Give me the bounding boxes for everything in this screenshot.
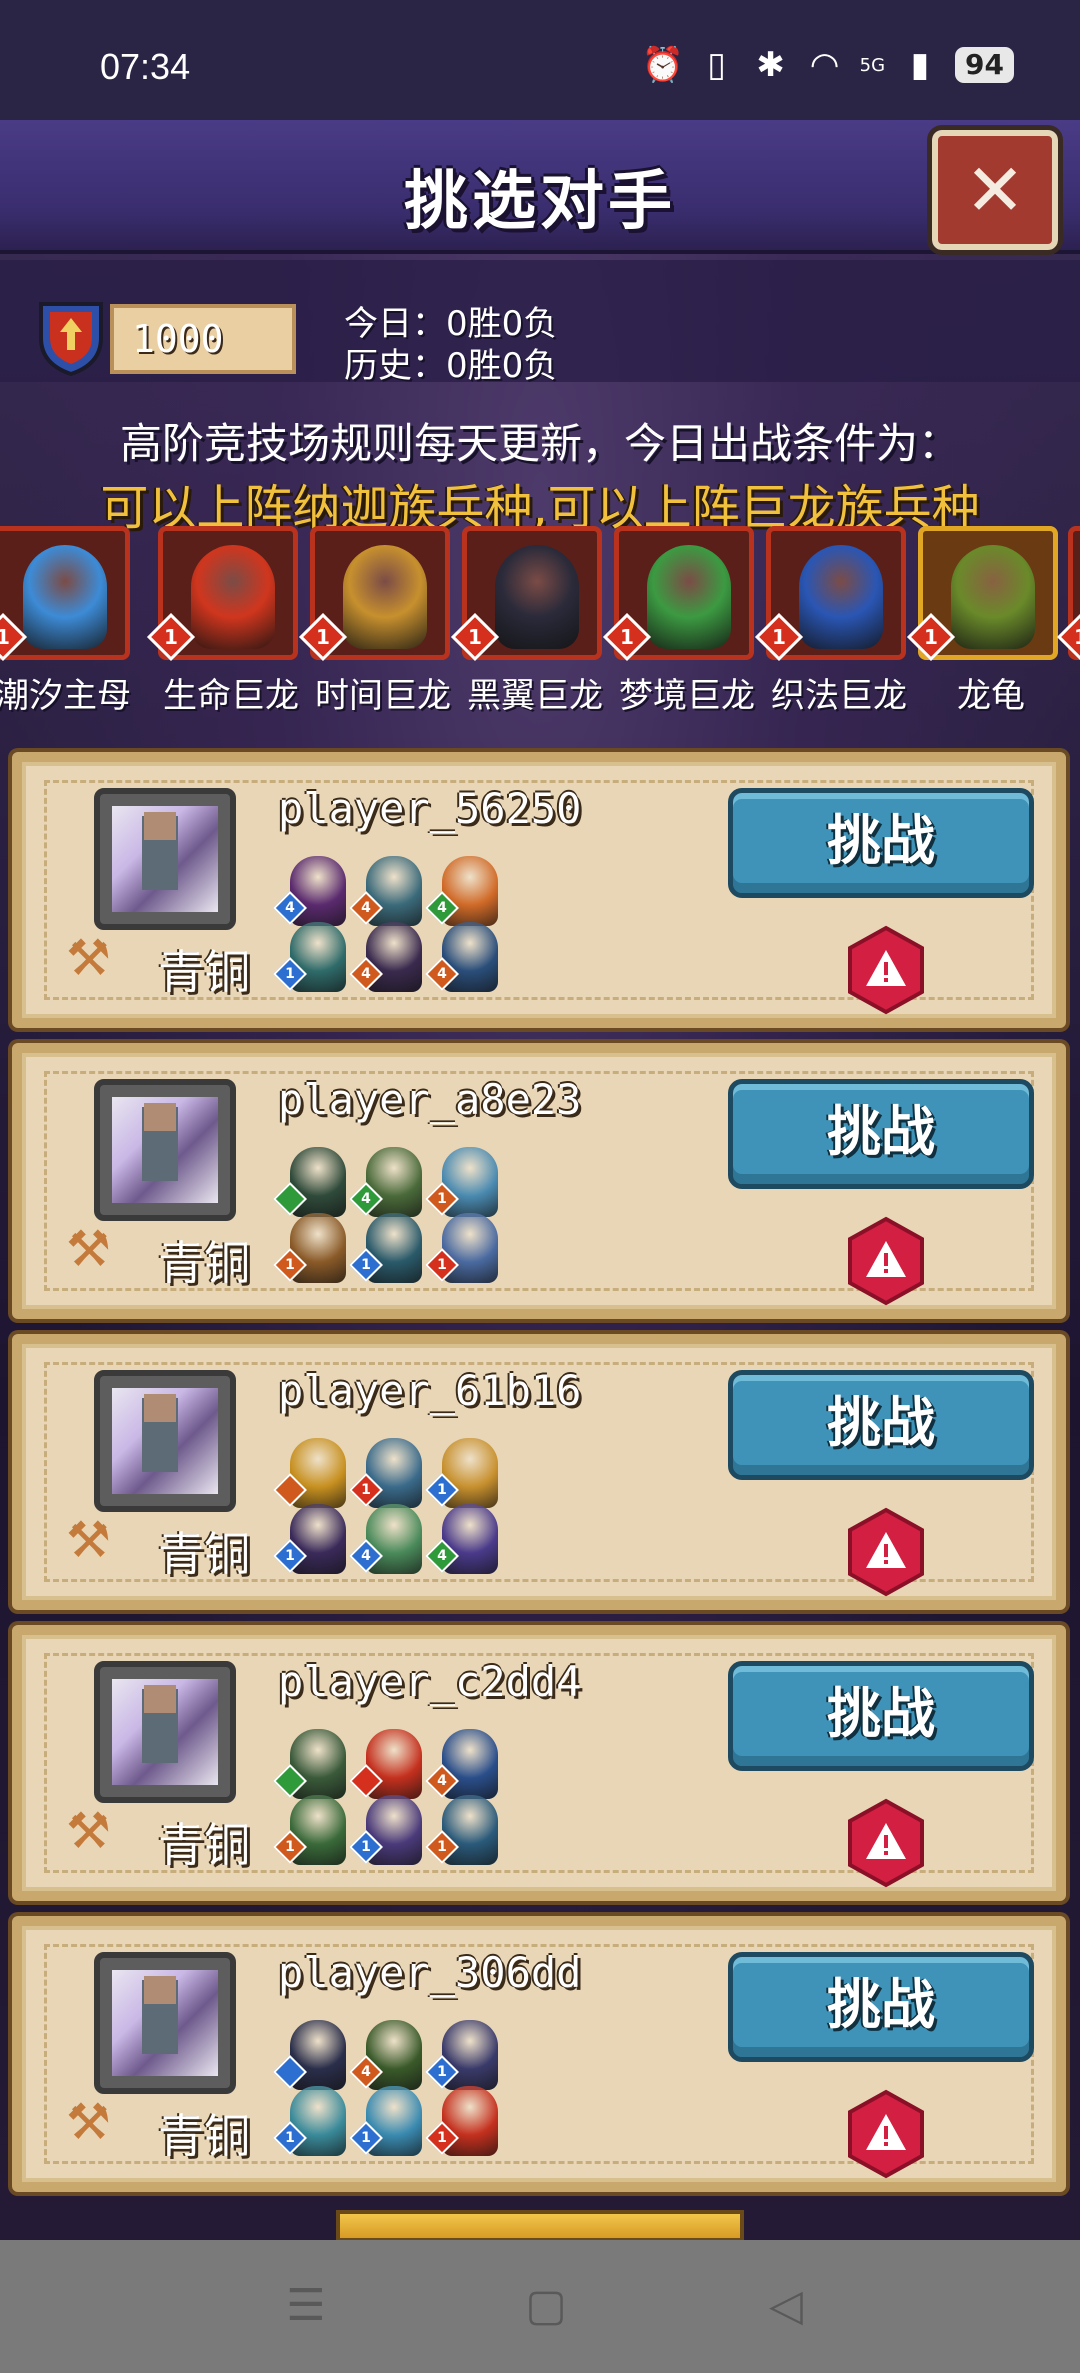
axe-icon: ⚒ (66, 929, 111, 987)
back-icon[interactable]: ◁ (756, 2284, 816, 2328)
player-name: player_61b16 (278, 1366, 582, 1415)
report-button[interactable] (844, 1506, 928, 1598)
hero-name: 生命巨龙 (163, 676, 299, 716)
rules-intro: 高阶竞技场规则每天更新，今日出战条件为： (119, 419, 960, 468)
hero-name: 织法巨龙 (771, 676, 907, 716)
challenge-button[interactable]: 挑战 (728, 1661, 1034, 1771)
signal-icon: ▮ (910, 45, 930, 85)
hero-card[interactable]: 1 织法巨龙 (754, 526, 912, 716)
home-icon[interactable]: ▢ (516, 2284, 576, 2328)
report-button[interactable] (844, 1215, 928, 1307)
team-unit: 1 (425, 2082, 506, 2162)
opponent-card: ⚒ 青铜 player_a8e23 4 1 1 1 1 挑战 (12, 1043, 1066, 1319)
opponent-card: ⚒ 青铜 player_61b16 1 1 1 4 4 挑战 (12, 1334, 1066, 1610)
rank-shield-icon (39, 302, 103, 376)
avatar[interactable] (94, 1370, 236, 1512)
rank-label: 青铜 (158, 1236, 250, 1290)
opponent-team: 41111 (273, 2016, 556, 2186)
axe-icon: ⚒ (66, 1511, 111, 1569)
player-name: player_c2dd4 (278, 1657, 582, 1706)
player-name: player_a8e23 (278, 1075, 582, 1124)
team-unit: 1 (273, 918, 354, 998)
network-label: 5G (859, 54, 886, 76)
rank-label: 青铜 (158, 945, 250, 999)
system-nav-bar: ☰ ▢ ◁ (0, 2240, 1080, 2373)
hero-card[interactable]: 1 (1056, 526, 1080, 666)
alarm-icon: ⏰ (641, 45, 684, 85)
challenge-button[interactable]: 挑战 (728, 788, 1034, 898)
score-value: 1000 (110, 304, 296, 374)
axe-icon: ⚒ (66, 1220, 111, 1278)
history-record: 历史：0胜0负 (344, 346, 558, 386)
bottom-banner (336, 2210, 744, 2242)
team-unit: 1 (425, 1209, 506, 1289)
team-unit: 4 (349, 918, 430, 998)
team-unit: 1 (273, 2082, 354, 2162)
opponent-team: 444144 (273, 852, 556, 1022)
close-button[interactable]: ✕ (927, 125, 1063, 255)
axe-icon: ⚒ (66, 2093, 111, 2151)
hero-card[interactable]: 1 时间巨龙 (298, 526, 456, 716)
report-button[interactable] (844, 2088, 928, 2180)
bluetooth-icon: ✱ (756, 45, 785, 85)
opponent-team: 11144 (273, 1434, 556, 1604)
team-unit: 4 (349, 1500, 430, 1580)
team-unit: 1 (425, 1791, 506, 1871)
avatar[interactable] (94, 1952, 236, 2094)
player-name: player_306dd (278, 1948, 582, 1997)
title-bar: 挑选对手 (0, 120, 1080, 254)
opponent-team: 41111 (273, 1143, 556, 1313)
axe-icon: ⚒ (66, 1802, 111, 1860)
status-bar: 07:34 ⏰ ▯ ✱ ◠ 5G ▮ 94 (0, 0, 1080, 120)
team-unit: 1 (273, 1791, 354, 1871)
team-unit: 4 (425, 918, 506, 998)
status-icons: ⏰ ▯ ✱ ◠ 5G ▮ 94 (641, 45, 1014, 85)
challenge-button[interactable]: 挑战 (728, 1079, 1034, 1189)
hero-name: 梦境巨龙 (619, 676, 755, 716)
challenge-button[interactable]: 挑战 (728, 1370, 1034, 1480)
menu-icon[interactable]: ☰ (276, 2284, 336, 2328)
battery-icon: 94 (955, 47, 1014, 83)
hero-name: 时间巨龙 (315, 676, 451, 716)
vibrate-icon: ▯ (707, 45, 726, 85)
hero-name: 龙龟 (957, 676, 1025, 716)
close-icon: ✕ (964, 148, 1026, 232)
team-unit: 1 (273, 1209, 354, 1289)
hero-card[interactable]: 1 梦境巨龙 (602, 526, 760, 716)
avatar[interactable] (94, 1661, 236, 1803)
rank-label: 青铜 (158, 1527, 250, 1581)
team-unit: 1 (349, 2082, 430, 2162)
rank-label: 青铜 (158, 1818, 250, 1872)
report-button[interactable] (844, 924, 928, 1016)
team-unit: 4 (425, 1500, 506, 1580)
opponent-card: ⚒ 青铜 player_c2dd4 4 1 1 1 挑战 (12, 1625, 1066, 1901)
hero-name: 潮汐主母 (0, 676, 131, 716)
team-unit: 1 (349, 1791, 430, 1871)
team-unit: 1 (349, 1209, 430, 1289)
rank-label: 青铜 (158, 2109, 250, 2163)
avatar[interactable] (94, 1079, 236, 1221)
hero-card[interactable]: 1 潮汐主母 (0, 526, 136, 716)
hero-card[interactable]: 1 黑翼巨龙 (450, 526, 608, 716)
status-time: 07:34 (100, 46, 191, 87)
report-button[interactable] (844, 1797, 928, 1889)
opponent-team: 4111 (273, 1725, 556, 1895)
opponent-card: ⚒ 青铜 player_306dd 4 1 1 1 1 挑战 (12, 1916, 1066, 2192)
challenge-button[interactable]: 挑战 (728, 1952, 1034, 2062)
allowed-heroes-row: 1 潮汐主母 1 生命巨龙 1 时间巨龙 1 黑翼巨龙 1 梦境巨龙 1 织法巨… (0, 526, 1080, 726)
team-unit: 1 (273, 1500, 354, 1580)
hero-name: 黑翼巨龙 (467, 676, 603, 716)
opponent-card: ⚒ 青铜 player_56250 4 4 4 1 4 4 挑战 (12, 752, 1066, 1028)
hero-card[interactable]: 1 生命巨龙 (146, 526, 304, 716)
avatar[interactable] (94, 788, 236, 930)
player-name: player_56250 (278, 784, 582, 833)
page-title: 挑选对手 (404, 165, 676, 239)
wifi-icon: ◠ (809, 45, 840, 85)
hero-card[interactable]: 1 龙龟 (906, 526, 1064, 716)
